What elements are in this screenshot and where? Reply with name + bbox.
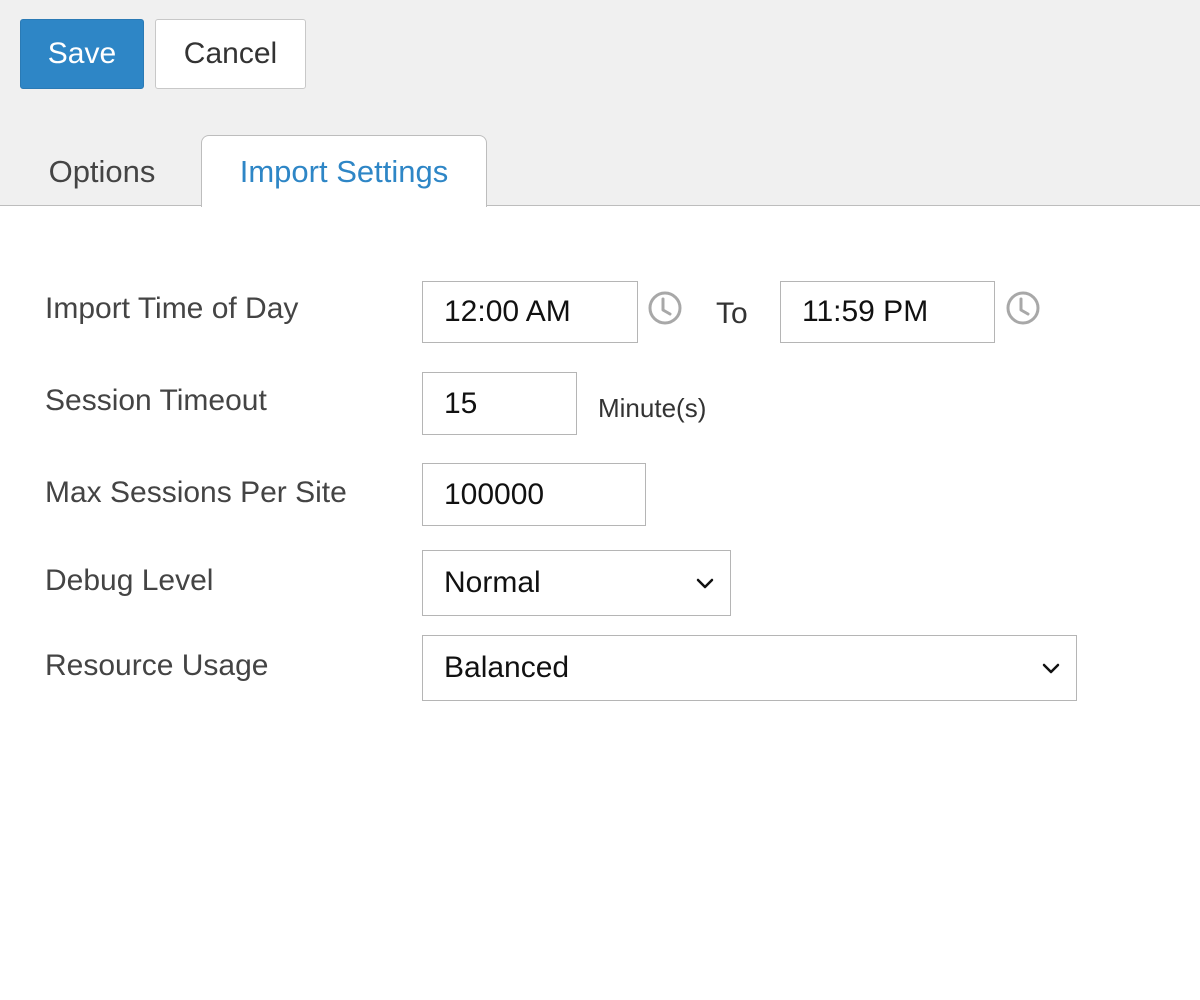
- session-timeout-label: Session Timeout: [45, 384, 267, 417]
- session-timeout-input[interactable]: 15: [422, 372, 577, 435]
- import-time-label: Import Time of Day: [45, 292, 299, 325]
- import-time-to-input[interactable]: 11:59 PM: [780, 281, 995, 343]
- chevron-down-icon: [1042, 663, 1060, 674]
- debug-level-select[interactable]: Normal: [422, 550, 731, 616]
- tab-import-settings[interactable]: Import Settings: [201, 135, 487, 207]
- debug-level-label: Debug Level: [45, 564, 214, 597]
- clock-icon[interactable]: [647, 290, 683, 326]
- resource-usage-value: Balanced: [444, 651, 570, 684]
- resource-usage-select[interactable]: Balanced: [422, 635, 1077, 701]
- save-button[interactable]: Save: [20, 19, 144, 89]
- tab-options[interactable]: Options: [22, 140, 182, 204]
- time-range-separator: To: [716, 297, 748, 330]
- resource-usage-label: Resource Usage: [45, 649, 269, 682]
- toolbar-area: Save Cancel Options Import Settings: [0, 0, 1200, 207]
- max-sessions-input[interactable]: 100000: [422, 463, 646, 526]
- debug-level-value: Normal: [444, 566, 541, 599]
- cancel-button[interactable]: Cancel: [155, 19, 306, 89]
- max-sessions-label: Max Sessions Per Site: [45, 476, 347, 509]
- import-time-from-input[interactable]: 12:00 AM: [422, 281, 638, 343]
- clock-icon[interactable]: [1005, 290, 1041, 326]
- session-timeout-unit: Minute(s): [598, 393, 707, 423]
- chevron-down-icon: [696, 578, 714, 589]
